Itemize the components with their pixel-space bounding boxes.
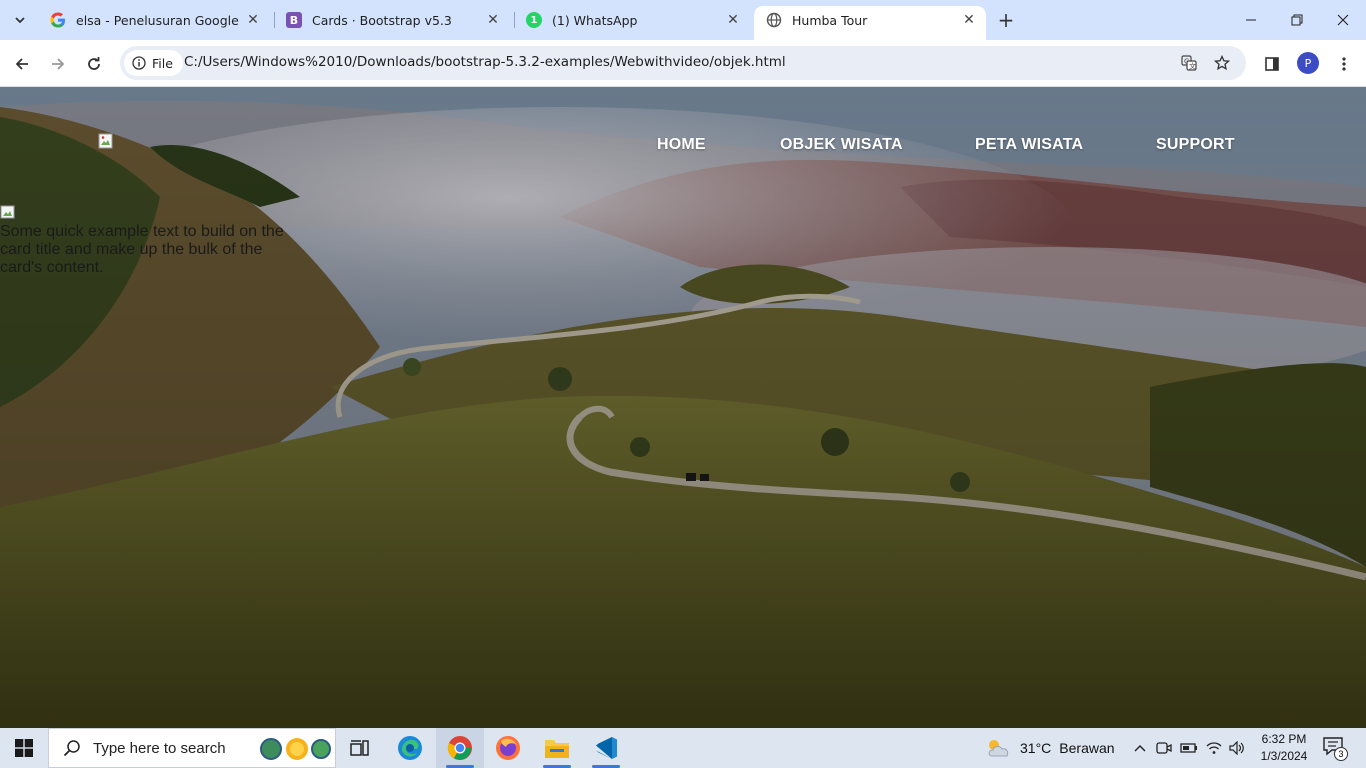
web-page: HOME OBJEK WISATA PETA WISATA SUPPORT So…: [0, 87, 1366, 728]
chevron-down-icon: [15, 17, 25, 24]
svg-text:文: 文: [1189, 62, 1196, 71]
close-window-button[interactable]: [1320, 0, 1366, 40]
profile-avatar[interactable]: P: [1297, 52, 1319, 74]
reload-button[interactable]: [80, 50, 108, 78]
firefox-icon: [496, 736, 520, 760]
meet-now-icon[interactable]: [1155, 739, 1173, 757]
tab-title: elsa - Penelusuran Google: [76, 12, 239, 28]
landscape-video-background: [0, 87, 1366, 728]
restore-button[interactable]: [1274, 0, 1320, 40]
nav-objek-wisata[interactable]: OBJEK WISATA: [780, 136, 903, 154]
close-icon[interactable]: ✕: [484, 11, 502, 29]
url-text[interactable]: C:/Users/Windows%2010/Downloads/bootstra…: [184, 54, 786, 70]
translate-icon[interactable]: G文: [1178, 52, 1200, 74]
folder-icon: [545, 740, 569, 758]
clock-date: 1/3/2024: [1260, 749, 1308, 763]
clock-time: 6:32 PM: [1261, 732, 1307, 746]
start-button[interactable]: [0, 728, 48, 768]
tab-search-button[interactable]: [8, 8, 32, 32]
tab-bootstrap-cards[interactable]: B Cards · Bootstrap v5.3 ✕: [274, 6, 510, 34]
weather-temperature: 31°C: [1020, 740, 1052, 756]
site-info-chip[interactable]: File: [124, 50, 183, 76]
taskbar-search-box[interactable]: Type here to search: [48, 728, 336, 768]
taskbar-file-explorer[interactable]: [533, 728, 581, 768]
battery-icon[interactable]: [1180, 739, 1198, 757]
tab-whatsapp[interactable]: 1 (1) WhatsApp ✕: [514, 6, 750, 34]
windows-logo-icon: [15, 739, 33, 757]
restore-icon: [1291, 14, 1303, 26]
tab-title: Humba Tour: [792, 12, 868, 28]
broken-image-icon: [98, 133, 113, 149]
forward-button[interactable]: [44, 50, 72, 78]
address-bar[interactable]: File C:/Users/Windows%2010/Downloads/boo…: [120, 46, 1246, 80]
close-icon: [1337, 14, 1349, 26]
notification-count-badge: 3: [1334, 747, 1348, 761]
close-icon[interactable]: ✕: [724, 11, 742, 29]
card-text: Some quick example text to build on the …: [0, 223, 284, 276]
plus-icon: +: [997, 8, 1015, 32]
nav-peta-wisata[interactable]: PETA WISATA: [975, 136, 1083, 154]
wifi-icon[interactable]: [1205, 739, 1223, 757]
taskbar-firefox[interactable]: [484, 728, 532, 768]
minimize-icon: [1246, 19, 1256, 21]
weather-widget[interactable]: 31°C Berawan: [986, 728, 1115, 768]
back-button[interactable]: [8, 50, 36, 78]
whatsapp-icon: 1: [526, 12, 542, 28]
close-icon[interactable]: ✕: [960, 11, 978, 29]
edge-icon: [398, 736, 422, 760]
new-tab-button[interactable]: +: [994, 8, 1018, 32]
nav-support[interactable]: SUPPORT: [1156, 136, 1235, 154]
card-image-broken-icon: [0, 205, 15, 219]
tab-title: Cards · Bootstrap v5.3: [312, 12, 452, 28]
browser-toolbar: File C:/Users/Windows%2010/Downloads/boo…: [0, 40, 1366, 87]
windows-taskbar: Type here to search 31°C Berawan 6:32 PM…: [0, 728, 1366, 768]
close-icon[interactable]: ✕: [244, 11, 262, 29]
weather-condition: Berawan: [1059, 740, 1115, 756]
tab-humba-tour[interactable]: Humba Tour ✕: [754, 6, 986, 40]
system-clock[interactable]: 6:32 PM 1/3/2024: [1254, 731, 1314, 765]
star-icon[interactable]: [1211, 52, 1233, 74]
volume-icon[interactable]: [1228, 739, 1246, 757]
minimize-button[interactable]: [1228, 0, 1274, 40]
kebab-menu-icon: [1342, 57, 1346, 71]
chrome-icon: [447, 736, 472, 760]
arrow-left-icon: [15, 58, 28, 70]
tray-overflow-chevron-icon[interactable]: [1131, 739, 1149, 757]
arrow-right-icon: [52, 58, 65, 70]
side-panel-icon: [1265, 57, 1279, 71]
globe-icon: [766, 12, 782, 28]
search-icon: [63, 740, 80, 757]
task-view-icon: [350, 740, 369, 756]
vscode-icon: [596, 737, 617, 759]
cloudy-weather-icon: [988, 740, 1009, 757]
info-icon: [132, 56, 146, 70]
search-highlight-icon: [260, 738, 331, 760]
taskbar-edge[interactable]: [386, 728, 434, 768]
browser-tab-strip: elsa - Penelusuran Google ✕ B Cards · Bo…: [0, 0, 1366, 40]
search-placeholder: Type here to search: [93, 739, 226, 757]
bootstrap-icon: B: [286, 12, 302, 28]
task-view-button[interactable]: [336, 728, 384, 768]
notification-center-button[interactable]: 3: [1322, 736, 1348, 761]
menu-button[interactable]: [1330, 50, 1358, 78]
taskbar-chrome[interactable]: [436, 728, 484, 768]
google-icon: [50, 12, 66, 28]
chip-label: File: [152, 55, 173, 71]
side-panel-button[interactable]: [1258, 50, 1286, 78]
tab-title: (1) WhatsApp: [552, 12, 638, 28]
reload-icon: [88, 57, 100, 70]
nav-home[interactable]: HOME: [657, 136, 706, 154]
tab-google-search[interactable]: elsa - Penelusuran Google ✕: [38, 6, 270, 34]
taskbar-vscode[interactable]: [582, 728, 630, 768]
